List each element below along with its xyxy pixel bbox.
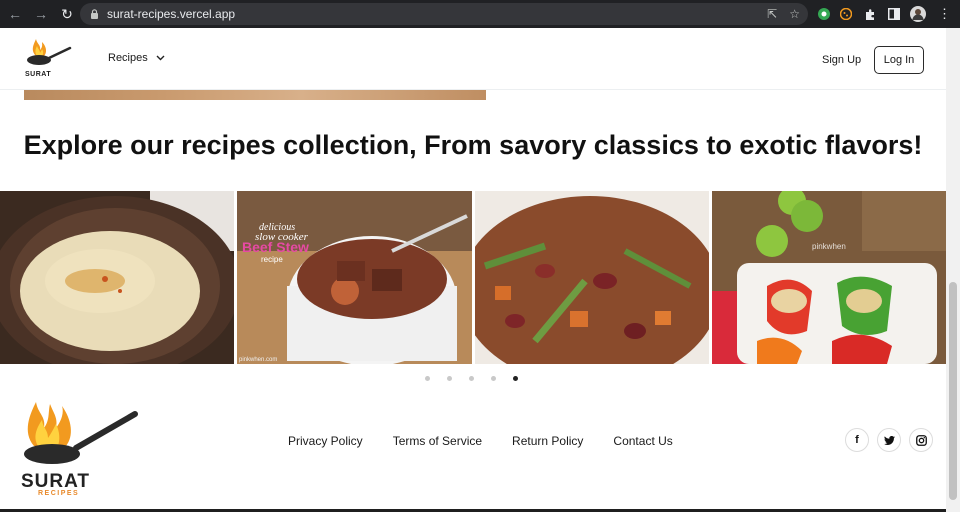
recipes-dropdown[interactable]: Recipes (108, 52, 165, 64)
url-text: surat-recipes.vercel.app (107, 7, 236, 21)
recipes-menu-label: Recipes (108, 52, 148, 64)
contact-us-link[interactable]: Contact Us (613, 434, 672, 448)
instagram-icon[interactable] (909, 428, 933, 452)
browser-menu-icon[interactable]: ⋮ (938, 4, 951, 24)
slide-rice-beans[interactable] (474, 191, 709, 364)
site-logo[interactable]: SURAT (22, 36, 74, 82)
flame-pan-logo-icon (27, 39, 72, 65)
signup-link[interactable]: Sign Up (822, 54, 861, 66)
logo-text: SURAT (25, 71, 52, 78)
share-icon[interactable]: ⇱ (767, 7, 777, 21)
hero-image-bottom (24, 90, 486, 100)
stuffed-peppers-image: pinkwhen (711, 191, 946, 364)
footer-links: Privacy Policy Terms of Service Return P… (288, 434, 673, 448)
login-button[interactable]: Log In (874, 46, 924, 74)
slide-stuffed-peppers[interactable]: pinkwhen (711, 191, 946, 364)
scrollbar-thumb[interactable] (949, 282, 957, 500)
rice-beans-image (474, 191, 709, 364)
forward-icon[interactable]: → (30, 3, 52, 25)
facebook-icon[interactable]: f (845, 428, 869, 452)
extension-cookie-icon[interactable] (840, 4, 852, 24)
hummus-image (0, 191, 235, 364)
address-bar[interactable]: surat-recipes.vercel.app ⇱ ☆ (80, 3, 808, 25)
reload-icon[interactable]: ↻ (56, 3, 78, 25)
return-policy-link[interactable]: Return Policy (512, 434, 583, 448)
privacy-policy-link[interactable]: Privacy Policy (288, 434, 363, 448)
flame-pan-logo-icon (24, 402, 138, 464)
extensions-puzzle-icon[interactable] (864, 4, 876, 24)
slide-beef-stew[interactable]: delicious slow cooker Beef Stew recipe p… (237, 191, 472, 364)
recipe-carousel[interactable]: delicious slow cooker Beef Stew recipe p… (0, 191, 946, 364)
profile-avatar[interactable] (910, 4, 926, 24)
site-footer: SURAT RECIPES Privacy Policy Terms of Se… (0, 380, 946, 512)
beef-stew-caption-3: Beef Stew (242, 239, 309, 255)
beef-stew-watermark: pinkwhen.com (239, 357, 277, 363)
terms-of-service-link[interactable]: Terms of Service (393, 434, 482, 448)
twitter-icon[interactable] (877, 428, 901, 452)
beef-stew-image: delicious slow cooker Beef Stew recipe p… (237, 191, 472, 364)
site-header: SURAT Recipes Sign Up Log In (0, 28, 946, 90)
bookmark-star-icon[interactable]: ☆ (789, 7, 800, 21)
social-links: f (845, 428, 933, 452)
extension-green-icon[interactable] (818, 4, 830, 24)
slide-hummus[interactable] (0, 191, 235, 364)
back-icon[interactable]: ← (4, 3, 26, 25)
page-headline: Explore our recipes collection, From sav… (23, 130, 923, 160)
beef-stew-caption-4: recipe (261, 255, 283, 264)
lock-icon (91, 9, 98, 19)
browser-toolbar: ← → ↻ surat-recipes.vercel.app ⇱ ☆ ⋮ (0, 0, 960, 28)
chevron-down-icon (156, 55, 165, 61)
footer-brand-sub: RECIPES (38, 490, 80, 497)
side-panel-icon[interactable] (888, 4, 900, 24)
peppers-watermark: pinkwhen (812, 242, 846, 251)
